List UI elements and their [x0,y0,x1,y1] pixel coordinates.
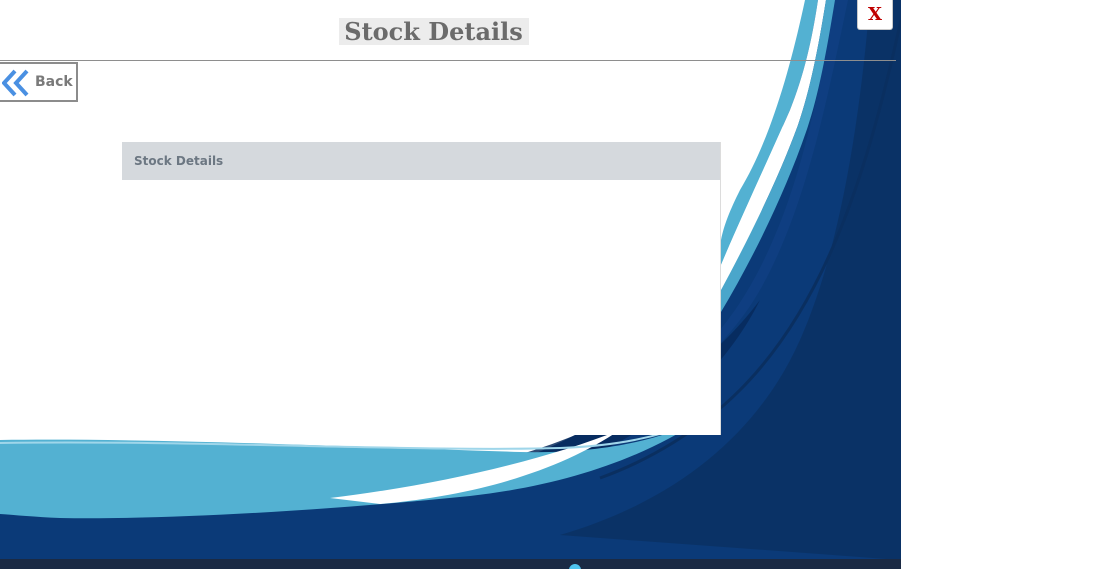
back-button-label: Back [35,74,73,90]
page-header: Stock Details [0,0,868,60]
close-button[interactable]: X [857,0,893,30]
back-button[interactable]: Back [0,62,78,102]
stock-details-panel: Stock Details [122,142,721,435]
header-divider [0,60,896,61]
page-title: Stock Details [339,18,529,45]
panel-body [122,180,720,435]
app-window: Stock Details X Back Stock Details [0,0,901,569]
double-chevron-left-icon [2,69,29,97]
panel-header: Stock Details [122,142,720,180]
bottom-bar [0,559,901,569]
bottom-indicator-dot [569,564,581,569]
